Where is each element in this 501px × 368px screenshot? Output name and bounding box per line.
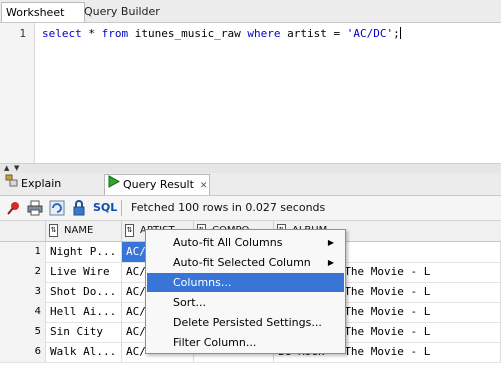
tab-query-result-label: Query Result — [123, 178, 194, 191]
tab-worksheet[interactable]: Worksheet — [1, 2, 85, 22]
cell-name[interactable]: Hell Ai... — [46, 302, 122, 322]
pin-icon[interactable] — [6, 200, 22, 216]
menu-item[interactable]: Auto-fit Selected Column ▶ — [147, 253, 344, 272]
row-number[interactable]: 6 — [0, 342, 46, 362]
sql-code-line[interactable]: select * from itunes_music_raw where art… — [42, 27, 401, 40]
menu-item[interactable]: Delete Persisted Settings... — [147, 313, 344, 332]
sql-token: 'AC/DC' — [346, 27, 394, 40]
sql-token: itunes_music_raw — [128, 27, 248, 40]
column-context-menu: Auto-fit All Columns ▶ Auto-fit Selected C… — [145, 229, 346, 354]
print-icon[interactable] — [27, 200, 43, 216]
menu-item-label: Auto-fit All Columns — [173, 236, 283, 249]
row-number[interactable]: 1 — [0, 242, 46, 262]
tab-query-result[interactable]: Query Result ✕ — [104, 174, 210, 195]
row-number[interactable]: 3 — [0, 282, 46, 302]
menu-item[interactable]: Sort... — [147, 293, 344, 312]
cell-name[interactable]: Shot Do... — [46, 282, 122, 302]
sql-token: from — [101, 27, 129, 40]
menu-item[interactable]: Columns... — [147, 273, 344, 292]
menu-item-label: Columns... — [173, 276, 232, 289]
sql-token: select — [42, 27, 82, 40]
toolbar-divider — [121, 200, 122, 216]
tab-query-builder[interactable]: Query Builder — [80, 2, 164, 21]
menu-item[interactable]: Filter Column... — [147, 333, 344, 352]
menu-item-label: Filter Column... — [173, 336, 257, 349]
sql-link[interactable]: SQL — [93, 201, 117, 214]
cell-name[interactable]: Walk Al... — [46, 342, 122, 362]
sql-token: where — [247, 27, 281, 40]
row-number[interactable]: 2 — [0, 262, 46, 282]
submenu-arrow-icon: ▶ — [327, 258, 334, 267]
explain-plan-icon — [5, 174, 18, 194]
cell-name[interactable]: Sin City — [46, 322, 122, 342]
row-number[interactable]: 5 — [0, 322, 46, 342]
menu-item-label: Auto-fit Selected Column — [173, 256, 311, 269]
cell-name[interactable]: Night P... — [46, 242, 122, 262]
sql-editor[interactable]: 1 select * from itunes_music_raw where a… — [0, 23, 501, 163]
text-cursor — [399, 27, 401, 39]
line-number: 1 — [19, 27, 26, 40]
row-number-header — [0, 221, 46, 241]
sql-token: * — [81, 27, 102, 40]
submenu-arrow-icon: ▶ — [327, 238, 334, 247]
column-sort-icon: ⇅ — [49, 223, 58, 237]
run-icon — [107, 175, 121, 195]
sql-token: artist = — [280, 27, 347, 40]
menu-item-label: Sort... — [173, 296, 207, 309]
cell-name[interactable]: Live Wire — [46, 262, 122, 282]
line-number-gutter: 1 — [0, 23, 35, 163]
worksheet-tab-bar: Worksheet Query Builder — [0, 0, 501, 23]
fetch-status: Fetched 100 rows in 0.027 seconds — [131, 201, 326, 214]
row-number[interactable]: 4 — [0, 302, 46, 322]
result-tab-bar: Explain Plan✕ Query Result ✕ — [0, 173, 501, 210]
column-header-label: NAME — [64, 225, 94, 236]
collapse-up-icon[interactable]: ▲ — [4, 165, 9, 172]
tab-explain-plan[interactable]: Explain Plan✕ — [3, 174, 101, 210]
menu-item-label: Delete Persisted Settings... — [173, 316, 322, 329]
menu-item[interactable]: Auto-fit All Columns ▶ — [147, 233, 344, 252]
close-icon[interactable]: ✕ — [200, 181, 208, 191]
column-header-name[interactable]: ⇅ NAME — [46, 221, 122, 241]
collapse-down-icon[interactable]: ▼ — [14, 165, 19, 172]
sql-token: ; — [393, 27, 400, 40]
lock-icon[interactable] — [71, 200, 87, 216]
result-toolbar: SQL Fetched 100 rows in 0.027 seconds — [0, 196, 501, 221]
column-sort-icon: ⇅ — [125, 223, 134, 237]
refresh-icon[interactable] — [49, 200, 65, 216]
